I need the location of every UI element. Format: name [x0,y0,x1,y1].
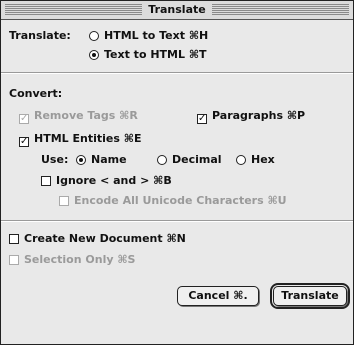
encode-unicode-checkbox[interactable]: Encode All Unicode Characters ⌘U [59,194,287,207]
translate-button[interactable]: Translate [270,283,350,309]
create-new-document-check [9,234,19,244]
remove-tags-label: Remove Tags ⌘R [34,109,138,122]
use-label: Use: [41,153,69,166]
radio-hex-label: Hex [251,153,275,166]
translate-label: Translate: [9,29,71,42]
translate-dialog: Translate Translate: HTML to Text ⌘H Tex… [0,0,354,345]
radio-hex[interactable]: Hex [236,153,275,166]
paragraphs-check: ✓ [197,113,207,124]
convert-label: Convert: [9,87,63,100]
radio-name[interactable]: Name [76,153,127,166]
radio-text-to-html[interactable]: Text to HTML ⌘T [89,48,207,61]
selection-only-label: Selection Only ⌘S [24,253,136,266]
radio-html-to-text-indicator [89,31,99,41]
window-title: Translate [142,3,212,16]
create-new-document-checkbox[interactable]: Create New Document ⌘N [9,232,186,245]
remove-tags-checkbox[interactable]: ✓ Remove Tags ⌘R [19,109,138,124]
radio-decimal-indicator [157,155,167,165]
remove-tags-check: ✓ [19,113,29,124]
html-entities-check: ✓ [19,136,29,147]
ignore-angle-brackets-check [41,176,51,186]
create-new-document-label: Create New Document ⌘N [24,232,186,245]
encode-unicode-check [59,196,69,206]
radio-text-to-html-indicator [89,50,99,60]
cancel-button[interactable]: Cancel ⌘. [177,286,259,306]
radio-decimal[interactable]: Decimal [157,153,222,166]
divider [1,72,353,74]
paragraphs-label: Paragraphs ⌘P [212,109,306,122]
radio-html-to-text[interactable]: HTML to Text ⌘H [89,29,208,42]
selection-only-check [9,255,19,265]
selection-only-checkbox[interactable]: Selection Only ⌘S [9,253,135,266]
html-entities-checkbox[interactable]: ✓ HTML Entities ⌘E [19,132,141,147]
html-entities-label: HTML Entities ⌘E [34,132,142,145]
radio-text-to-html-label: Text to HTML ⌘T [104,48,207,61]
radio-name-label: Name [91,153,127,166]
radio-name-indicator [76,155,86,165]
radio-decimal-label: Decimal [172,153,222,166]
radio-hex-indicator [236,155,246,165]
radio-html-to-text-label: HTML to Text ⌘H [104,29,209,42]
paragraphs-checkbox[interactable]: ✓ Paragraphs ⌘P [197,109,305,124]
encode-unicode-label: Encode All Unicode Characters ⌘U [74,194,287,207]
ignore-angle-brackets-checkbox[interactable]: Ignore < and > ⌘B [41,174,172,187]
divider [1,220,353,222]
ignore-angle-brackets-label: Ignore < and > ⌘B [56,174,172,187]
title-bar[interactable]: Translate [1,1,353,20]
